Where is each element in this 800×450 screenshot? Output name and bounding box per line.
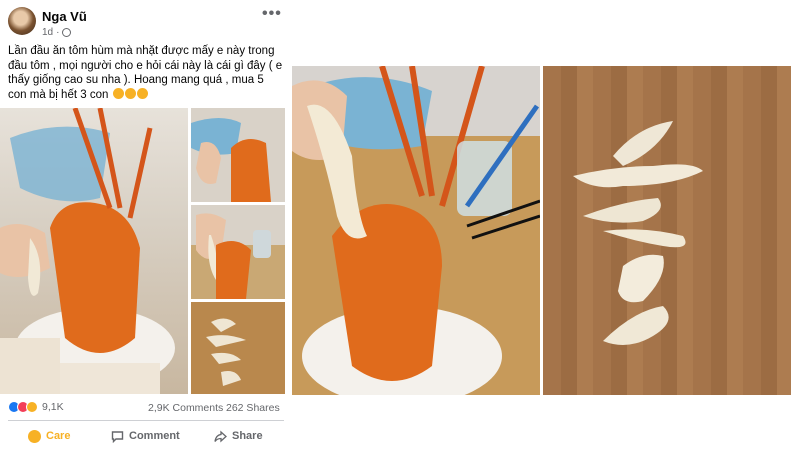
thinking-emoji-icon [112,87,124,99]
divider [8,420,284,421]
avatar[interactable] [8,7,36,35]
comment-icon [111,430,124,443]
thinking-emoji-icon [124,87,136,99]
post-meta: 1d · [42,27,72,38]
share-button[interactable]: Share [214,428,263,444]
reaction-summary[interactable]: 9,1K [8,401,64,413]
shares-count[interactable]: 262 Shares [226,402,280,414]
photo-lobster-closeup[interactable] [292,66,540,395]
more-options-button[interactable]: ••• [262,5,282,23]
care-button[interactable]: Care [28,428,70,444]
post-text: Lần đầu ăn tôm hùm mà nhặt được mấy e nà… [8,44,283,102]
care-icon [28,429,41,443]
comment-button[interactable]: Comment [111,428,180,444]
post-time[interactable]: 1d [42,27,53,38]
care-reaction-icon [26,401,38,413]
post-photo-main[interactable] [0,108,188,394]
post-photo-2[interactable] [191,108,285,202]
post-photo-3[interactable] [191,205,285,299]
thinking-emoji-icon [136,87,148,99]
globe-icon [62,28,72,37]
share-label: Share [232,430,263,442]
photo-white-pieces[interactable] [543,66,791,395]
comment-label: Comment [129,430,180,442]
author-name[interactable]: Nga Vũ [42,9,87,24]
post-photo-4[interactable] [191,302,285,394]
care-label: Care [46,430,71,442]
facebook-post: Nga Vũ 1d · ••• Lần đầu ăn tôm hùm mà nh… [0,0,290,450]
reaction-count: 9,1K [42,401,64,413]
share-icon [214,430,227,442]
comments-count[interactable]: 2,9K Comments [148,402,223,414]
meta-separator: · [56,27,60,38]
